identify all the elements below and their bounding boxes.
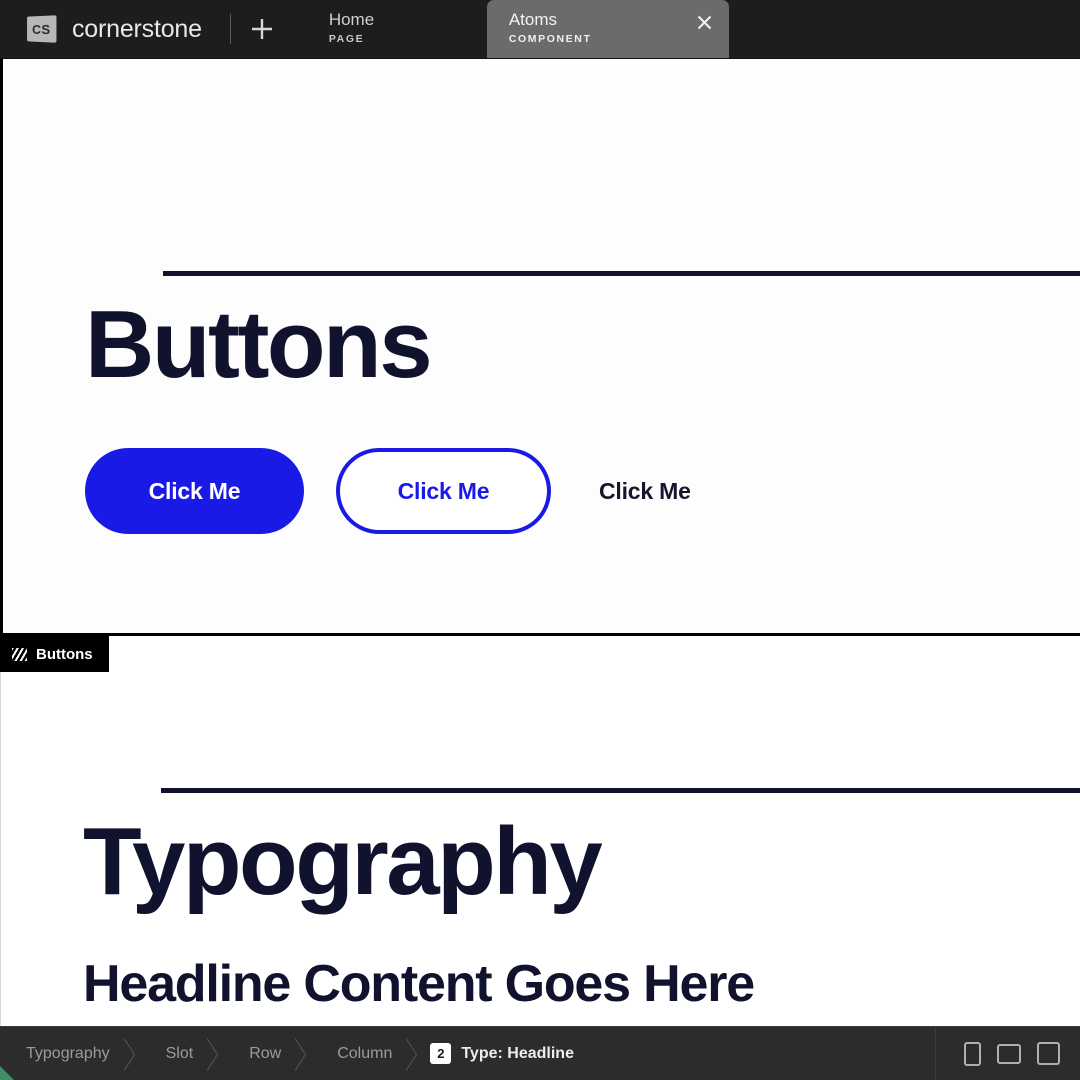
status-bar: Typography Slot Row Column 2 Type: Headl… <box>0 1026 1080 1080</box>
desktop-preview-icon[interactable] <box>1037 1042 1060 1065</box>
plus-icon <box>251 19 272 39</box>
section-typography[interactable]: Typography Headline Content Goes Here <box>0 636 1080 1026</box>
tab-atoms-subtitle: COMPONENT <box>508 33 592 45</box>
tab-strip: Home PAGE Atoms COMPONENT <box>293 0 1080 58</box>
tab-home[interactable]: Home PAGE <box>307 0 487 58</box>
app-name: cornerstone <box>72 14 202 43</box>
selection-badge-label: Buttons <box>36 645 93 663</box>
top-toolbar: CS cornerstone Home PAGE Atoms COMPONENT <box>0 0 1080 58</box>
buttons-demo-row: Click Me Click Me Click Me <box>85 448 701 534</box>
selection-badge[interactable]: Buttons <box>0 636 109 672</box>
editor-canvas[interactable]: Buttons Click Me Click Me Click Me Butto… <box>0 58 1080 1026</box>
viewport-switcher <box>935 1027 1080 1080</box>
add-tab-button[interactable] <box>231 0 293 58</box>
status-corner-accent <box>0 1066 14 1080</box>
breadcrumb-label: Row <box>249 1044 282 1062</box>
tab-home-title: Home <box>328 10 375 29</box>
cornerstone-logo-icon: CS <box>27 15 57 43</box>
mobile-preview-icon[interactable] <box>964 1041 981 1066</box>
tab-close-button[interactable] <box>695 12 715 32</box>
breadcrumb-item-row[interactable]: Row <box>223 1027 311 1080</box>
click-me-outline-button[interactable]: Click Me <box>336 448 551 534</box>
tab-atoms[interactable]: Atoms COMPONENT <box>486 0 729 58</box>
current-type-label: Type: Headline <box>461 1044 574 1062</box>
app-window: CS cornerstone Home PAGE Atoms COMPONENT <box>0 0 1080 1080</box>
typography-heading: Typography <box>83 808 603 915</box>
breadcrumb-item-typography[interactable]: Typography <box>0 1027 140 1080</box>
tab-home-subtitle: PAGE <box>328 33 365 45</box>
breadcrumb-item-slot[interactable]: Slot <box>140 1027 224 1080</box>
buttons-divider-rule <box>163 271 1080 276</box>
breadcrumb-item-current[interactable]: 2 Type: Headline <box>422 1027 604 1080</box>
buttons-heading: Buttons <box>85 291 433 398</box>
typography-divider-rule <box>161 788 1080 793</box>
typography-subheading: Headline Content Goes Here <box>83 955 755 1013</box>
click-me-text-button[interactable]: Click Me <box>589 478 701 505</box>
breadcrumb-label: Column <box>337 1044 393 1062</box>
selection-count-badge: 2 <box>430 1043 452 1064</box>
section-buttons[interactable]: Buttons Click Me Click Me Click Me <box>0 58 1080 636</box>
brand-logo[interactable]: CS cornerstone <box>0 0 202 58</box>
click-me-primary-button[interactable]: Click Me <box>85 448 304 534</box>
close-icon <box>698 15 712 29</box>
drag-handle-icon[interactable] <box>12 647 27 661</box>
tablet-preview-icon[interactable] <box>997 1043 1021 1064</box>
breadcrumb-label: Typography <box>26 1044 110 1062</box>
breadcrumb-label: Slot <box>165 1044 194 1062</box>
breadcrumb-item-column[interactable]: Column <box>311 1027 422 1080</box>
breadcrumb: Typography Slot Row Column 2 Type: Headl… <box>0 1027 935 1080</box>
tab-atoms-title: Atoms <box>508 10 558 29</box>
